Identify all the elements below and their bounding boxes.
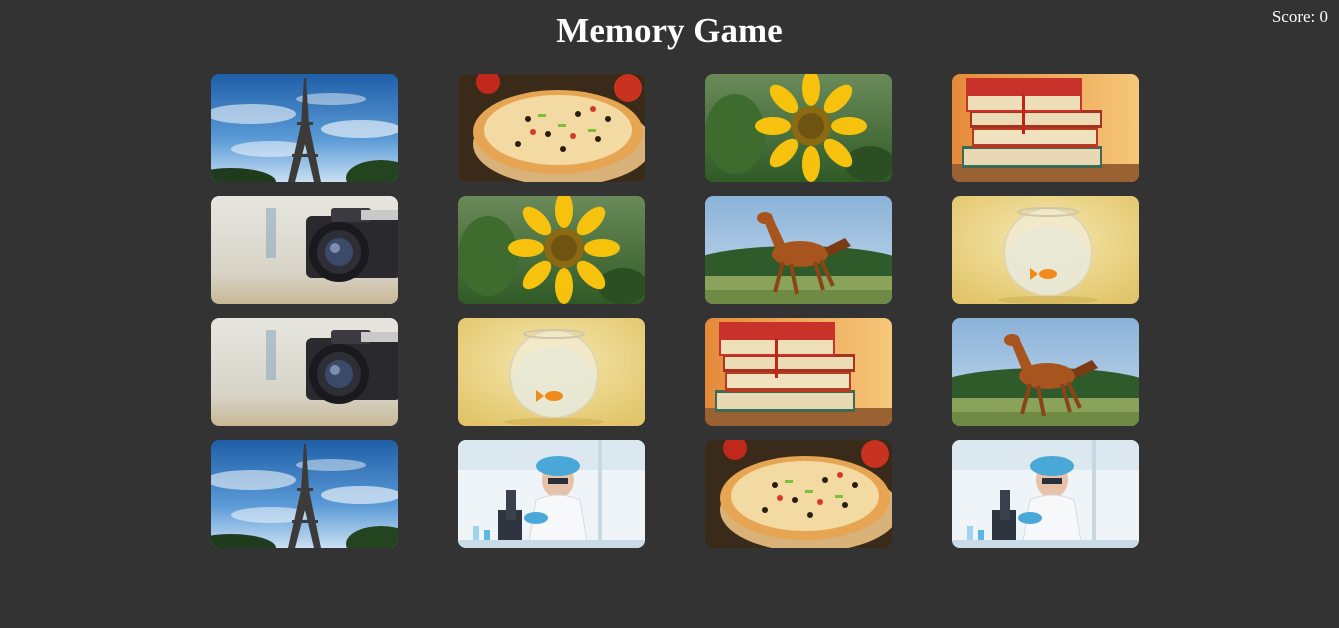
memory-card-horse[interactable]: [705, 196, 892, 304]
memory-card-eiffel-tower[interactable]: [211, 74, 398, 182]
memory-card-sunflower[interactable]: [705, 74, 892, 182]
memory-card-horse[interactable]: [952, 318, 1139, 426]
card-image-sunflower: [458, 196, 645, 304]
game-page: Memory Game Score: 0: [0, 0, 1339, 628]
card-image-pizza: [705, 440, 892, 548]
card-image-scientist-microscope: [952, 440, 1139, 548]
card-grid: [211, 74, 1139, 548]
card-image-eiffel-tower: [211, 440, 398, 548]
card-image-pizza: [458, 74, 645, 182]
memory-card-scientist-microscope[interactable]: [952, 440, 1139, 548]
memory-card-pizza[interactable]: [458, 74, 645, 182]
card-image-books: [705, 318, 892, 426]
score-display: Score: 0: [1271, 7, 1328, 26]
memory-card-camera[interactable]: [211, 318, 398, 426]
memory-card-camera[interactable]: [211, 196, 398, 304]
card-image-camera: [211, 196, 398, 304]
card-image-scientist-microscope: [458, 440, 645, 548]
card-image-eiffel-tower: [211, 74, 398, 182]
memory-card-goldfish-bowl[interactable]: [952, 196, 1139, 304]
memory-card-scientist-microscope[interactable]: [458, 440, 645, 548]
memory-card-books[interactable]: [705, 318, 892, 426]
memory-card-pizza[interactable]: [705, 440, 892, 548]
memory-card-books[interactable]: [952, 74, 1139, 182]
card-image-books: [952, 74, 1139, 182]
card-image-goldfish-bowl: [458, 318, 645, 426]
page-title: Memory Game: [556, 11, 783, 50]
memory-card-sunflower[interactable]: [458, 196, 645, 304]
card-image-sunflower: [705, 74, 892, 182]
card-image-camera: [211, 318, 398, 426]
memory-card-eiffel-tower[interactable]: [211, 440, 398, 548]
card-image-horse: [952, 318, 1139, 426]
card-image-horse: [705, 196, 892, 304]
card-image-goldfish-bowl: [952, 196, 1139, 304]
memory-card-goldfish-bowl[interactable]: [458, 318, 645, 426]
